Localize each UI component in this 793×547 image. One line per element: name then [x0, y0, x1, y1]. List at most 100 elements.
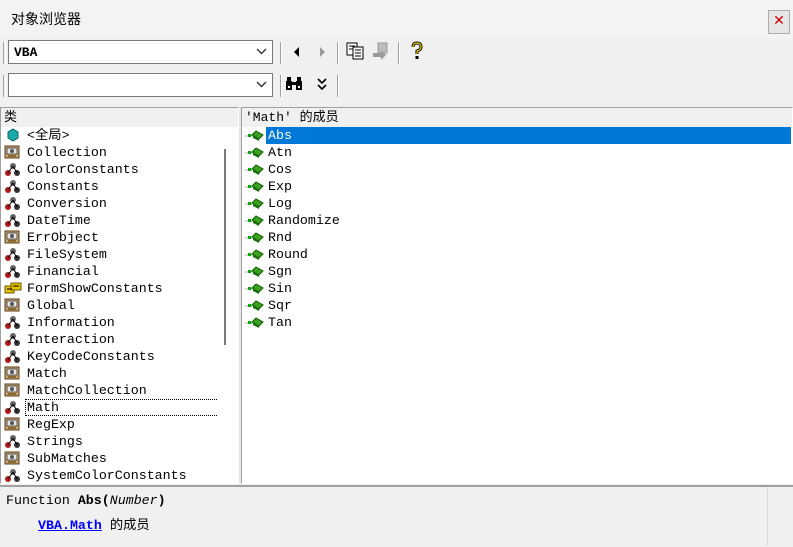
module-icon	[3, 467, 23, 483]
members-list[interactable]: Abs Atn Cos Exp Log Randomize Rnd Round Sgn Sin Sq…	[242, 127, 792, 483]
close-icon: ✕	[773, 13, 785, 29]
class-item[interactable]: Math	[1, 399, 217, 416]
class-item[interactable]: ColorConstants	[1, 161, 217, 178]
member-item[interactable]: Abs	[242, 127, 792, 144]
member-item-label: Abs	[266, 127, 791, 144]
class-item-label: ErrObject	[27, 230, 99, 245]
method-icon	[244, 263, 264, 280]
copy-icon[interactable]	[345, 41, 365, 61]
member-item[interactable]: Cos	[242, 161, 792, 178]
class-item[interactable]: RegExp	[1, 416, 217, 433]
class-item[interactable]: DateTime	[1, 212, 217, 229]
help-icon[interactable]	[407, 41, 427, 61]
class-item[interactable]: <全局>	[1, 127, 217, 144]
class-item[interactable]: Financial	[1, 263, 217, 280]
class-item-label: Match	[27, 366, 67, 381]
member-item[interactable]: Log	[242, 195, 792, 212]
member-item-label: Log	[268, 196, 292, 211]
class-item[interactable]: FileSystem	[1, 246, 217, 263]
class-item[interactable]: KeyCodeConstants	[1, 348, 217, 365]
class-item-label: DateTime	[27, 213, 91, 228]
class-item[interactable]: Interaction	[1, 331, 217, 348]
class-icon	[3, 297, 23, 314]
class-item[interactable]: Conversion	[1, 195, 217, 212]
class-item[interactable]: Match	[1, 365, 217, 382]
classes-header: 类	[1, 109, 238, 127]
class-link[interactable]: Math	[70, 518, 102, 533]
module-icon	[3, 314, 23, 331]
member-item-label: Cos	[268, 162, 292, 177]
member-item[interactable]: Atn	[242, 144, 792, 161]
module-icon	[3, 246, 23, 263]
class-item-label: ColorConstants	[27, 162, 139, 177]
module-icon	[3, 161, 23, 178]
member-item[interactable]: Sin	[242, 280, 792, 297]
binoculars-icon[interactable]	[284, 74, 304, 94]
member-item[interactable]: Sgn	[242, 263, 792, 280]
member-of-text: 的成员	[101, 518, 150, 533]
classes-list[interactable]: <全局> Collection ColorConstants Constants Con…	[1, 127, 217, 483]
class-icon	[3, 450, 23, 467]
details-scrollbar[interactable]	[767, 487, 793, 545]
signature-open-paren: (	[101, 493, 110, 508]
class-item-label: Information	[27, 315, 115, 330]
nav-back-icon[interactable]	[287, 42, 307, 62]
scrollbar-thumb[interactable]	[224, 149, 226, 345]
class-item[interactable]: Global	[1, 297, 217, 314]
toolbar-grip[interactable]	[3, 75, 6, 97]
class-item-label: Math	[25, 399, 217, 416]
signature-close-paren: )	[157, 493, 166, 508]
members-header: 'Math' 的成员	[242, 109, 792, 127]
object-browser-window: 对象浏览器 ✕ VBA 类 <全局> Collection ColorConst…	[0, 0, 793, 547]
method-icon	[244, 127, 264, 144]
toolbar-separator	[337, 42, 339, 64]
class-item[interactable]: Information	[1, 314, 217, 331]
chevron-down-icon[interactable]	[252, 74, 272, 96]
class-item[interactable]: SubMatches	[1, 450, 217, 467]
class-item[interactable]: MatchCollection	[1, 382, 217, 399]
class-item[interactable]: Strings	[1, 433, 217, 450]
method-icon	[244, 297, 264, 314]
class-item[interactable]: Constants	[1, 178, 217, 195]
classes-scrollbar[interactable]	[217, 127, 238, 483]
class-item-label: KeyCodeConstants	[27, 349, 155, 364]
member-signature: Function Abs(Number)	[6, 493, 166, 508]
view-definition-icon[interactable]	[371, 41, 391, 61]
member-of-line: VBA.Math 的成员	[38, 514, 150, 533]
class-icon	[3, 144, 23, 161]
class-item[interactable]: SystemColorConstants	[1, 467, 217, 483]
globe-icon	[3, 127, 23, 144]
class-item[interactable]: ErrObject	[1, 229, 217, 246]
method-icon	[244, 314, 264, 331]
method-icon	[244, 246, 264, 263]
member-item-label: Sqr	[268, 298, 292, 313]
library-combo[interactable]: VBA	[8, 40, 273, 64]
toolbar-separator	[280, 42, 282, 64]
member-item[interactable]: Round	[242, 246, 792, 263]
details-pane: Function Abs(Number) VBA.Math 的成员	[0, 485, 793, 547]
class-item[interactable]: FormShowConstants	[1, 280, 217, 297]
nav-forward-icon[interactable]	[312, 42, 332, 62]
toolbar-separator	[337, 75, 339, 97]
member-item[interactable]: Rnd	[242, 229, 792, 246]
module-icon	[3, 331, 23, 348]
module-icon	[3, 212, 23, 229]
module-icon	[3, 433, 23, 450]
member-item-label: Exp	[268, 179, 292, 194]
member-item-label: Sgn	[268, 264, 292, 279]
chevron-down-icon[interactable]	[252, 41, 272, 63]
toolbar-grip[interactable]	[3, 42, 6, 64]
class-item[interactable]: Collection	[1, 144, 217, 161]
member-item[interactable]: Exp	[242, 178, 792, 195]
library-link[interactable]: VBA	[38, 518, 62, 533]
member-item[interactable]: Tan	[242, 314, 792, 331]
member-item[interactable]: Sqr	[242, 297, 792, 314]
title-bar: 对象浏览器 ✕	[0, 0, 793, 38]
close-button[interactable]: ✕	[768, 10, 790, 34]
class-icon	[3, 229, 23, 246]
collapse-icon[interactable]	[312, 74, 332, 94]
class-icon	[3, 416, 23, 433]
search-combo[interactable]	[8, 73, 273, 97]
toolbar-separator	[280, 75, 282, 97]
member-item[interactable]: Randomize	[242, 212, 792, 229]
